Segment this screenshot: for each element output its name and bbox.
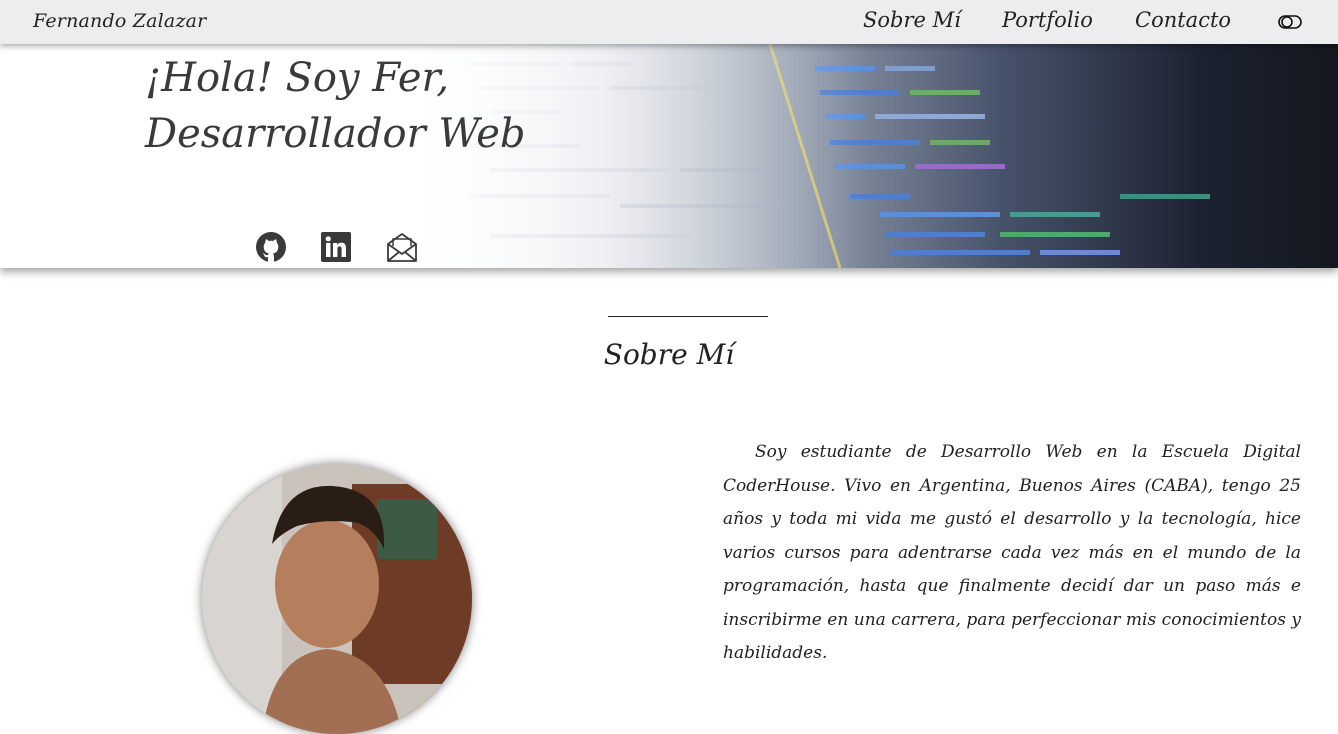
person-photo-icon bbox=[202, 464, 472, 734]
navbar: Fernando Zalazar Sobre Mí Portfolio Cont… bbox=[0, 0, 1338, 44]
about-description: Soy estudiante de Desarrollo Web en la E… bbox=[723, 442, 1301, 663]
nav-link-sobre-mi[interactable]: Sobre Mí bbox=[863, 8, 961, 32]
email-link[interactable] bbox=[386, 231, 418, 263]
linkedin-link[interactable] bbox=[320, 231, 352, 263]
mail-icon bbox=[387, 233, 417, 262]
linkedin-icon bbox=[321, 232, 351, 262]
brand-name[interactable]: Fernando Zalazar bbox=[33, 10, 206, 32]
profile-photo bbox=[202, 464, 472, 734]
section-divider bbox=[608, 316, 768, 317]
hero-title-line-2: Desarrollador Web bbox=[145, 111, 526, 157]
hero-title-line-1: ¡Hola! Soy Fer, bbox=[145, 55, 449, 101]
hero-title: ¡Hola! Soy Fer, Desarrollador Web bbox=[145, 50, 526, 162]
about-section-title: Sobre Mí bbox=[603, 338, 735, 371]
github-icon bbox=[256, 232, 286, 262]
hero-banner: ¡Hola! Soy Fer, Desarrollador Web bbox=[0, 44, 1338, 268]
toggle-icon[interactable] bbox=[1278, 15, 1302, 29]
nav-link-portfolio[interactable]: Portfolio bbox=[1002, 8, 1093, 32]
github-link[interactable] bbox=[255, 231, 287, 263]
nav-link-contacto[interactable]: Contacto bbox=[1135, 8, 1231, 32]
